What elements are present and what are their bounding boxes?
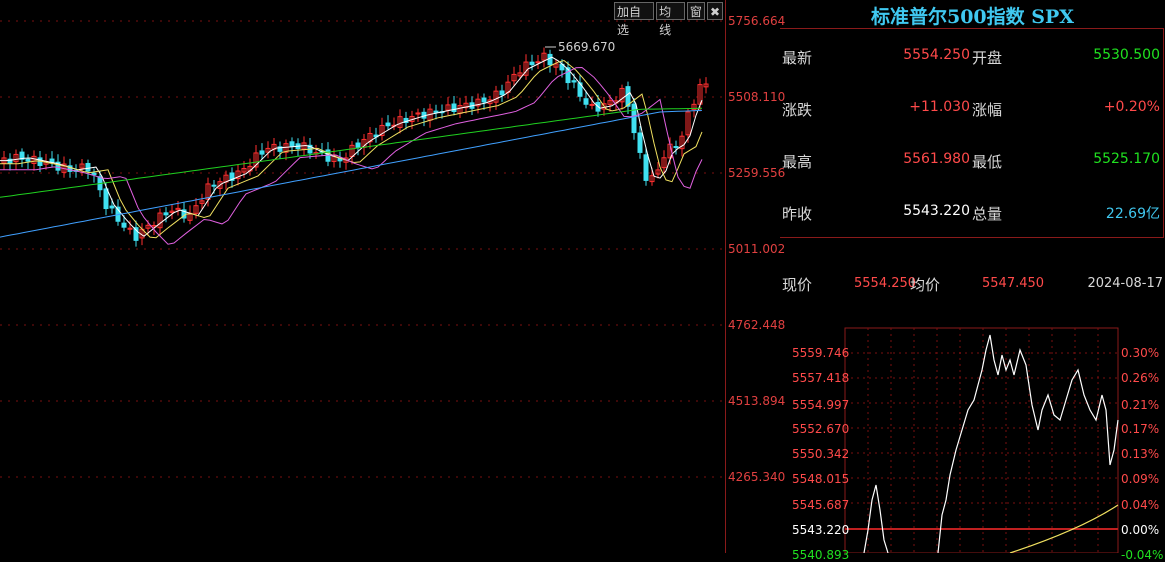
close-icon[interactable]: ✖: [706, 2, 723, 20]
high-marker-label: 5669.670: [558, 40, 616, 54]
y-tick: 5011.002: [728, 242, 786, 256]
intraday-frame: [844, 327, 1119, 554]
y-tick: 5259.556: [728, 166, 786, 180]
intraday-right-tick: 0.13%: [1121, 447, 1160, 461]
current-price-label: 现价: [782, 277, 813, 294]
candle-body: [637, 132, 643, 153]
intraday-left-tick: 5559.746: [792, 346, 850, 360]
candle-body: [163, 212, 169, 216]
y-tick: 4513.894: [728, 394, 786, 408]
price-axis: 5756.664 5508.110 5259.556 5011.002 4762…: [725, 0, 785, 553]
candle-body: [571, 80, 577, 83]
ma60-line: [0, 109, 703, 238]
current-price-value: 5554.250: [854, 276, 917, 291]
candle-body: [481, 97, 487, 103]
intraday-left-tick: 5554.997: [792, 398, 850, 412]
volume-label: 总量: [972, 206, 1003, 223]
intraday-left-tick: 5543.220: [792, 523, 850, 537]
intraday-right-tick: -0.04%: [1121, 548, 1164, 562]
candle-body: [355, 142, 361, 148]
candle-body: [25, 158, 31, 162]
intraday-right-tick: 0.17%: [1121, 422, 1160, 436]
y-tick: 5508.110: [728, 90, 786, 104]
quote-row-high: 最高 5561.980 最低 5525.170: [780, 151, 1163, 171]
candle-body: [289, 141, 295, 147]
candle-body: [433, 110, 439, 113]
candle-body: [583, 98, 589, 105]
candle-body: [121, 222, 127, 228]
chart-toolbar: 加自选 均线 窗 ✖: [614, 2, 725, 37]
window-button[interactable]: 窗: [686, 2, 705, 20]
candle-body: [589, 103, 595, 106]
intraday-right-tick: 0.09%: [1121, 472, 1160, 486]
intraday-right-tick: 0.00%: [1121, 523, 1160, 537]
intraday-left-tick: 5548.015: [792, 472, 850, 486]
price-summary-bar: 现价 5554.250 均价 5547.450 2024-08-17: [780, 274, 1165, 294]
latest-label: 最新: [782, 50, 813, 67]
intraday-right-tick: 0.26%: [1121, 371, 1160, 385]
high-value: 5561.980: [903, 151, 970, 167]
candle-body: [529, 61, 535, 66]
candle-body: [631, 103, 637, 134]
low-label: 最低: [972, 154, 1003, 171]
intraday-left-tick: 5552.670: [792, 422, 850, 436]
kline-svg: [0, 20, 725, 478]
intraday-left-tick: 5557.418: [792, 371, 850, 385]
intraday-chart[interactable]: 5559.746 5557.418 5554.997 5552.670 5550…: [780, 300, 1165, 562]
latest-value: 5554.250: [903, 47, 970, 63]
avg-price-label: 均价: [910, 277, 941, 294]
candle-body: [91, 172, 97, 176]
prev-close-label: 昨收: [782, 206, 813, 223]
add-watchlist-button[interactable]: 加自选: [614, 2, 655, 37]
candle-body: [85, 162, 91, 172]
candle-body: [103, 188, 109, 210]
candle-body: [535, 61, 541, 64]
volume-value: 22.69亿: [1105, 206, 1160, 222]
y-tick: 4265.340: [728, 470, 786, 484]
change-pct-value: +0.20%: [1103, 99, 1160, 115]
avg-price-value: 5547.450: [982, 276, 1045, 291]
low-value: 5525.170: [1093, 151, 1160, 167]
change-value: +11.030: [909, 99, 970, 115]
intraday-right-tick: 0.21%: [1121, 398, 1160, 412]
intraday-right-tick: 0.04%: [1121, 498, 1160, 512]
quote-date: 2024-08-17: [1087, 276, 1163, 291]
prev-close-value: 5543.220: [903, 203, 970, 219]
candle-body: [643, 154, 649, 181]
candle-body: [547, 53, 553, 66]
change-label: 涨跌: [782, 102, 813, 119]
change-pct-label: 涨幅: [972, 102, 1003, 119]
y-tick: 5756.664: [728, 14, 786, 28]
open-label: 开盘: [972, 50, 1003, 67]
quote-row-latest: 最新 5554.250 开盘 5530.500: [780, 47, 1163, 67]
candle-body: [259, 150, 265, 155]
candle-body: [673, 146, 679, 149]
kline-chart[interactable]: 加自选 均线 窗 ✖ 5669.670: [0, 0, 725, 553]
quote-row-change: 涨跌 +11.030 涨幅 +0.20%: [780, 99, 1163, 119]
candle-body: [451, 103, 457, 113]
y-tick: 4762.448: [728, 318, 786, 332]
quote-row-prevclose: 昨收 5543.220 总量 22.69亿: [780, 203, 1163, 223]
high-label: 最高: [782, 154, 813, 171]
candle-body: [385, 122, 391, 127]
intraday-left-tick: 5540.893: [792, 548, 850, 562]
intraday-price-line: [863, 484, 889, 554]
quote-title: 标准普尔500指数 SPX: [870, 6, 1075, 28]
intraday-left-tick: 5545.687: [792, 498, 850, 512]
candle-body: [211, 184, 217, 187]
open-value: 5530.500: [1093, 47, 1160, 63]
ma5-line: [0, 56, 703, 237]
quote-panel: 标准普尔500指数 SPX 最新 5554.250 开盘 5530.500 涨跌…: [780, 0, 1165, 562]
intraday-right-tick: 0.30%: [1121, 346, 1160, 360]
ma20-line: [0, 66, 703, 245]
intraday-left-tick: 5550.342: [792, 447, 850, 461]
candle-body: [499, 90, 505, 96]
candle-body: [109, 205, 115, 209]
moving-average-button[interactable]: 均线: [656, 2, 685, 37]
quote-box: 最新 5554.250 开盘 5530.500 涨跌 +11.030 涨幅 +0…: [780, 28, 1164, 238]
